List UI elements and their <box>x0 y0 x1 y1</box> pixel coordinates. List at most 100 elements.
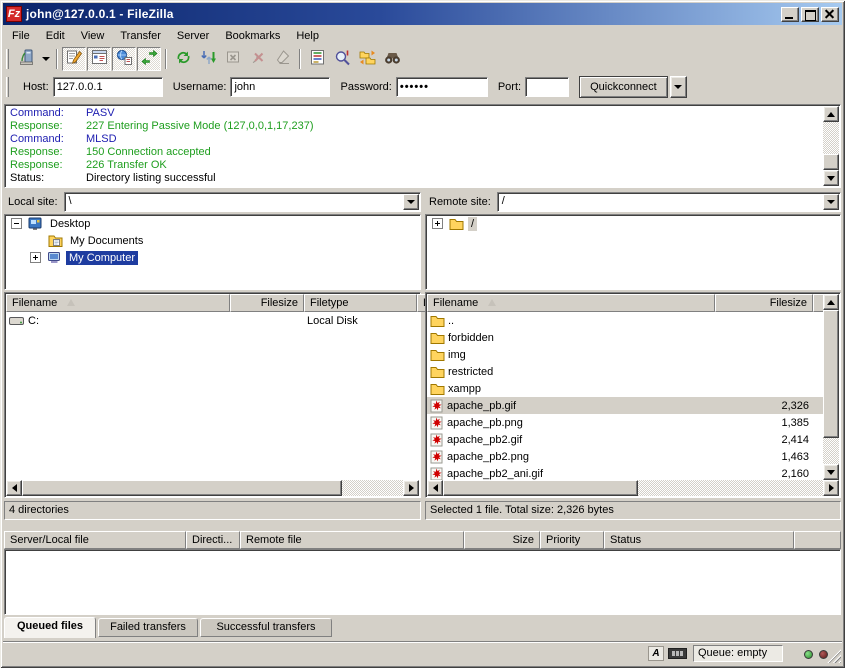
close-button[interactable] <box>821 7 839 22</box>
menu-server[interactable]: Server <box>169 28 217 44</box>
expand-icon[interactable] <box>432 218 443 229</box>
scrollbar-thumb[interactable] <box>22 480 342 496</box>
horizontal-splitter[interactable] <box>4 521 841 530</box>
minimize-button[interactable] <box>781 7 799 22</box>
column-header-filesize[interactable]: Filesize <box>715 294 813 312</box>
column-header-filetype[interactable]: Filetype <box>304 294 417 312</box>
tab-successful-transfers[interactable]: Successful transfers <box>200 618 332 637</box>
queue-list[interactable] <box>4 549 841 615</box>
file-row[interactable]: apache_pb2.gif 2,414 <box>427 431 823 448</box>
column-header-direction[interactable]: Directi... <box>186 531 240 549</box>
local-site-dropdown[interactable] <box>403 194 419 210</box>
menu-help[interactable]: Help <box>288 28 327 44</box>
resize-grip[interactable] <box>827 649 841 663</box>
tree-item-my-documents[interactable]: My Documents <box>5 232 420 249</box>
remote-site-dropdown[interactable] <box>823 194 839 210</box>
tab-queued-files[interactable]: Queued files <box>4 617 96 638</box>
menu-file[interactable]: File <box>4 28 38 44</box>
maximize-button[interactable] <box>801 7 819 22</box>
disconnect-button[interactable] <box>246 47 270 71</box>
scroll-down-button[interactable] <box>823 464 839 480</box>
local-tree-icon <box>91 49 108 69</box>
file-row[interactable]: apache_pb.png 1,385 <box>427 414 823 431</box>
toolbar-separator <box>56 49 58 69</box>
reconnect-button[interactable] <box>271 47 295 71</box>
username-input[interactable] <box>230 77 330 97</box>
file-row-c-drive[interactable]: C: Local Disk <box>6 312 419 329</box>
password-input[interactable] <box>396 77 488 97</box>
scrollbar-thumb[interactable] <box>823 154 839 170</box>
menu-transfer[interactable]: Transfer <box>112 28 169 44</box>
column-header-remote-file[interactable]: Remote file <box>240 531 464 549</box>
filezilla-logo-icon[interactable]: Fz <box>6 6 22 22</box>
remote-site-combo[interactable]: / <box>497 192 841 212</box>
toolbar-grip[interactable] <box>6 49 9 69</box>
tab-failed-transfers[interactable]: Failed transfers <box>98 618 198 637</box>
file-row-selected[interactable]: apache_pb.gif 2,326 <box>427 397 823 414</box>
menu-bookmarks[interactable]: Bookmarks <box>217 28 288 44</box>
file-row[interactable]: xampp <box>427 380 823 397</box>
tree-item-my-computer[interactable]: My Computer <box>5 249 420 266</box>
scroll-right-button[interactable] <box>403 480 419 496</box>
file-size: 2,160 <box>781 468 809 480</box>
file-row[interactable]: forbidden <box>427 329 823 346</box>
quickconnect-button[interactable]: Quickconnect <box>579 76 668 98</box>
file-row[interactable]: apache_pb2.png 1,463 <box>427 448 823 465</box>
tree-item-desktop[interactable]: Desktop <box>5 215 420 232</box>
scrollbar-thumb[interactable] <box>443 480 638 496</box>
expand-icon[interactable] <box>30 252 41 263</box>
file-row[interactable]: apache_pb2_ani.gif 2,160 <box>427 465 823 480</box>
synchronized-browsing-button[interactable] <box>355 47 379 71</box>
collapse-icon[interactable] <box>11 218 22 229</box>
scroll-left-button[interactable] <box>6 480 22 496</box>
refresh-button[interactable] <box>171 47 195 71</box>
scroll-up-button[interactable] <box>823 294 839 310</box>
menu-view[interactable]: View <box>73 28 113 44</box>
toggle-remote-tree-button[interactable] <box>112 47 136 71</box>
menu-edit[interactable]: Edit <box>38 28 73 44</box>
encryption-indicator-icon[interactable] <box>668 648 687 659</box>
toggle-local-tree-button[interactable] <box>87 47 111 71</box>
scroll-left-button[interactable] <box>427 480 443 496</box>
column-header-server-local-file[interactable]: Server/Local file <box>4 531 186 549</box>
column-header-filesize[interactable]: Filesize <box>230 294 304 312</box>
tree-item-root[interactable]: / <box>426 215 840 232</box>
image-file-icon <box>430 450 444 464</box>
toggle-transfer-queue-button[interactable] <box>137 47 161 71</box>
remote-list-vscrollbar[interactable] <box>823 294 839 480</box>
quickconnect-dropdown[interactable] <box>670 76 687 98</box>
port-input[interactable] <box>525 77 569 97</box>
process-queue-button[interactable] <box>196 47 220 71</box>
local-status-bar: 4 directories <box>4 501 421 520</box>
vertical-splitter[interactable] <box>421 192 425 520</box>
local-site-combo[interactable]: \ <box>64 192 421 212</box>
column-header-priority[interactable]: Priority <box>540 531 604 549</box>
compare-directories-button[interactable] <box>330 47 354 71</box>
scroll-down-button[interactable] <box>823 170 839 186</box>
column-header-status[interactable]: Status <box>604 531 794 549</box>
column-header-filename[interactable]: Filename <box>427 294 715 312</box>
filter-button[interactable] <box>305 47 329 71</box>
cancel-button[interactable] <box>221 47 245 71</box>
file-row[interactable]: img <box>427 346 823 363</box>
file-row[interactable]: .. <box>427 312 823 329</box>
local-list-hscrollbar[interactable] <box>6 480 419 496</box>
site-manager-button[interactable] <box>14 47 38 71</box>
transfer-queue-icon <box>141 49 158 69</box>
file-row[interactable]: restricted <box>427 363 823 380</box>
site-manager-dropdown[interactable] <box>39 47 52 71</box>
column-header-filename[interactable]: Filename <box>6 294 230 312</box>
scroll-right-button[interactable] <box>823 480 839 496</box>
find-files-button[interactable] <box>380 47 404 71</box>
host-input[interactable] <box>53 77 163 97</box>
disconnect-icon <box>250 49 267 69</box>
remote-list-hscrollbar[interactable] <box>427 480 839 496</box>
transfer-type-indicator-icon[interactable]: A <box>648 646 664 661</box>
scrollbar-thumb[interactable] <box>823 310 839 438</box>
scroll-up-button[interactable] <box>823 106 839 122</box>
toggle-message-log-button[interactable] <box>62 47 86 71</box>
log-scrollbar[interactable] <box>823 106 839 186</box>
column-header-size[interactable]: Size <box>464 531 540 549</box>
quickconnect-grip[interactable] <box>6 77 9 97</box>
log-line: Status:Directory listing successful <box>10 172 823 185</box>
